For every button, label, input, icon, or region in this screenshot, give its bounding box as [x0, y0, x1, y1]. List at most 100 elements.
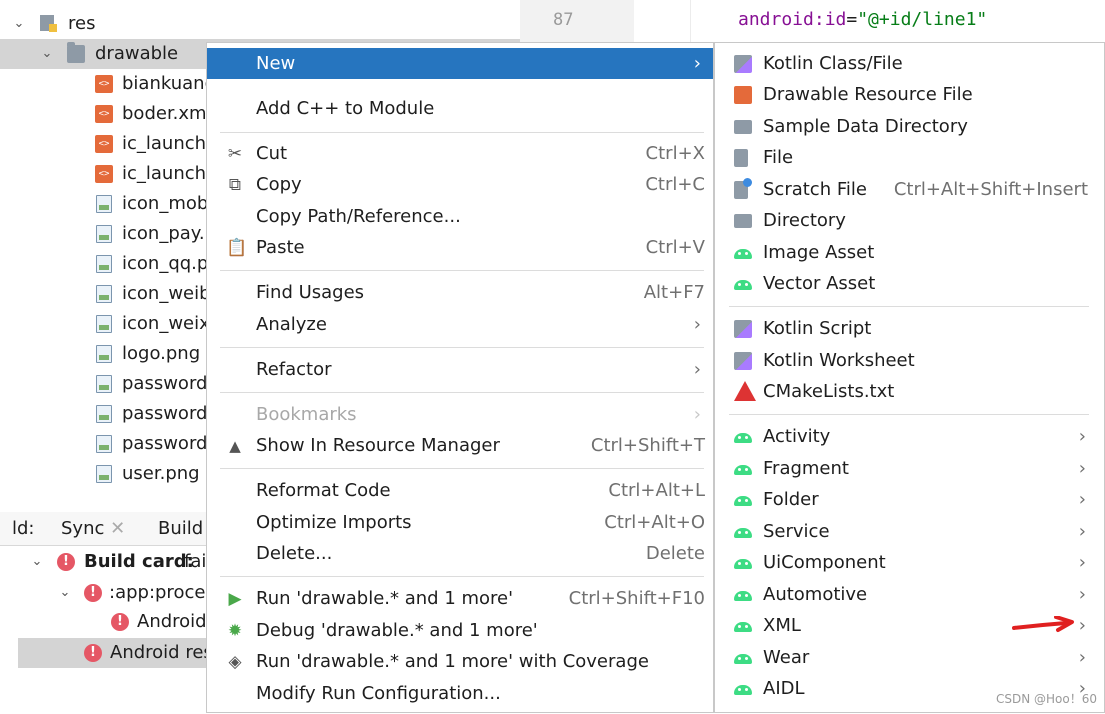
submenu-item-sample-data[interactable]: Sample Data Directory: [715, 111, 1104, 142]
submenu-item-folder[interactable]: Folder ›: [715, 484, 1104, 515]
menu-item-debug[interactable]: ✹ Debug 'drawable.* and 1 more': [207, 615, 713, 646]
submenu-item-file[interactable]: File: [715, 142, 1104, 173]
submenu-item-image-asset[interactable]: Image Asset: [715, 237, 1104, 268]
editor-scroll-gutter: [520, 0, 534, 42]
menu-item-label: Copy: [256, 174, 302, 195]
android-icon: [734, 249, 752, 259]
file-name: password_: [122, 403, 217, 424]
build-android-label: Android: [137, 611, 207, 632]
menu-item-label: Find Usages: [256, 282, 365, 303]
copy-icon: ⧉: [228, 175, 242, 195]
menu-item-copy-path[interactable]: Copy Path/Reference...: [207, 201, 713, 232]
error-icon: !: [57, 553, 75, 571]
menu-item-refactor[interactable]: Refactor ›: [207, 354, 713, 385]
chevron-right-icon: ›: [1078, 615, 1086, 636]
submenu-item-label: XML: [763, 615, 801, 636]
chevron-right-icon: ›: [1078, 552, 1086, 573]
android-icon: [734, 654, 752, 664]
file-name: icon_weixi: [122, 313, 215, 334]
menu-item-bookmarks[interactable]: Bookmarks ›: [207, 399, 713, 430]
menu-item-find-usages[interactable]: Find Usages Alt+F7: [207, 277, 713, 308]
submenu-item-label: Directory: [763, 210, 846, 231]
android-icon: [734, 433, 752, 443]
chevron-down-icon[interactable]: ⌄: [58, 578, 72, 608]
submenu-item-vector-asset[interactable]: Vector Asset: [715, 268, 1104, 299]
menu-item-add-cpp[interactable]: Add C++ to Module: [207, 93, 713, 124]
submenu-item-drawable-resource[interactable]: Drawable Resource File: [715, 79, 1104, 110]
menu-item-delete[interactable]: Delete... Delete: [207, 538, 713, 569]
submenu-item-fragment[interactable]: Fragment ›: [715, 453, 1104, 484]
menu-item-paste[interactable]: 📋 Paste Ctrl+V: [207, 232, 713, 263]
xml-file-icon: [734, 86, 752, 104]
file-name: icon_pay.p: [122, 223, 217, 244]
file-name: icon_mob: [122, 193, 209, 214]
error-icon: !: [84, 584, 102, 602]
menu-item-optimize-imports[interactable]: Optimize Imports Ctrl+Alt+O: [207, 507, 713, 538]
code-line[interactable]: android:id="@+id/line1": [738, 9, 987, 30]
menu-item-shortcut: Ctrl+Alt+L: [608, 480, 705, 501]
chevron-right-icon: ›: [693, 404, 701, 425]
chevron-down-icon[interactable]: ⌄: [40, 39, 54, 69]
menu-item-reformat[interactable]: Reformat Code Ctrl+Alt+L: [207, 475, 713, 506]
chevron-right-icon: ›: [1078, 426, 1086, 447]
submenu-item-wear[interactable]: Wear ›: [715, 642, 1104, 673]
submenu-item-kotlin-class[interactable]: Kotlin Class/File: [715, 48, 1104, 79]
submenu-item-cmakelists[interactable]: CMakeLists.txt: [715, 376, 1104, 407]
menu-item-resource-manager[interactable]: ▲ Show In Resource Manager Ctrl+Shift+T: [207, 430, 713, 461]
tab-build[interactable]: Build: [158, 512, 203, 545]
submenu-item-uicomponent[interactable]: UiComponent ›: [715, 547, 1104, 578]
menu-item-label: Run 'drawable.* and 1 more': [256, 588, 514, 609]
menu-item-run[interactable]: ▶ Run 'drawable.* and 1 more' Ctrl+Shift…: [207, 583, 713, 614]
chevron-down-icon[interactable]: ⌄: [12, 9, 26, 39]
bug-icon: ✹: [227, 621, 243, 641]
menu-item-new[interactable]: New ›: [207, 48, 713, 79]
close-icon[interactable]: ✕: [110, 518, 125, 539]
submenu-item-label: Automotive: [763, 584, 868, 605]
submenu-item-service[interactable]: Service ›: [715, 516, 1104, 547]
tab-sync[interactable]: Sync ✕: [61, 512, 125, 545]
file-name: logo.png: [122, 343, 201, 364]
submenu-separator: [729, 306, 1089, 307]
red-arrow-annotation: [1012, 616, 1074, 632]
image-file-icon: [96, 375, 112, 393]
error-icon: !: [84, 644, 102, 662]
submenu-item-activity[interactable]: Activity ›: [715, 421, 1104, 452]
submenu-item-kotlin-worksheet[interactable]: Kotlin Worksheet: [715, 345, 1104, 376]
chevron-right-icon: ›: [1078, 584, 1086, 605]
menu-item-shortcut: Delete: [645, 543, 705, 564]
menu-item-label: Reformat Code: [256, 480, 391, 501]
submenu-item-label: Scratch File: [763, 179, 867, 200]
menu-item-shortcut: Ctrl+V: [645, 237, 705, 258]
file-icon: [734, 149, 748, 167]
build-android-res-label: Android res: [110, 642, 213, 663]
menu-item-label: Debug 'drawable.* and 1 more': [256, 620, 538, 641]
menu-item-coverage[interactable]: ◈ Run 'drawable.* and 1 more' with Cover…: [207, 646, 713, 677]
menu-item-cut[interactable]: ✂ Cut Ctrl+X: [207, 138, 713, 169]
menu-item-label: New: [256, 53, 296, 74]
tab-build-partial[interactable]: ld:: [12, 512, 35, 545]
submenu-item-kotlin-script[interactable]: Kotlin Script: [715, 313, 1104, 344]
shapes-icon: ▲: [229, 437, 241, 455]
file-name: icon_weib: [122, 283, 211, 304]
file-name: user.png: [122, 463, 200, 484]
menu-item-modify-run-config[interactable]: Modify Run Configuration...: [207, 678, 713, 709]
xml-file-icon: <>: [95, 75, 113, 93]
image-file-icon: [96, 345, 112, 363]
menu-item-copy[interactable]: ⧉ Copy Ctrl+C: [207, 169, 713, 200]
menu-item-analyze[interactable]: Analyze ›: [207, 309, 713, 340]
tree-row-res[interactable]: ⌄ res: [0, 9, 520, 39]
android-icon: [734, 465, 752, 475]
clipboard-icon: 📋: [226, 238, 248, 258]
error-icon: !: [111, 613, 129, 631]
menu-item-shortcut: Ctrl+Shift+T: [590, 435, 705, 456]
xml-file-icon: <>: [95, 165, 113, 183]
submenu-item-label: AIDL: [763, 678, 805, 699]
submenu-item-directory[interactable]: Directory: [715, 205, 1104, 236]
submenu-item-scratch-file[interactable]: Scratch File Ctrl+Alt+Shift+Insert: [715, 174, 1104, 205]
menu-item-label: Paste: [256, 237, 305, 258]
submenu-item-label: UiComponent: [763, 552, 886, 573]
submenu-item-label: CMakeLists.txt: [763, 381, 895, 402]
chevron-down-icon[interactable]: ⌄: [30, 547, 44, 577]
submenu-item-automotive[interactable]: Automotive ›: [715, 579, 1104, 610]
image-file-icon: [96, 435, 112, 453]
